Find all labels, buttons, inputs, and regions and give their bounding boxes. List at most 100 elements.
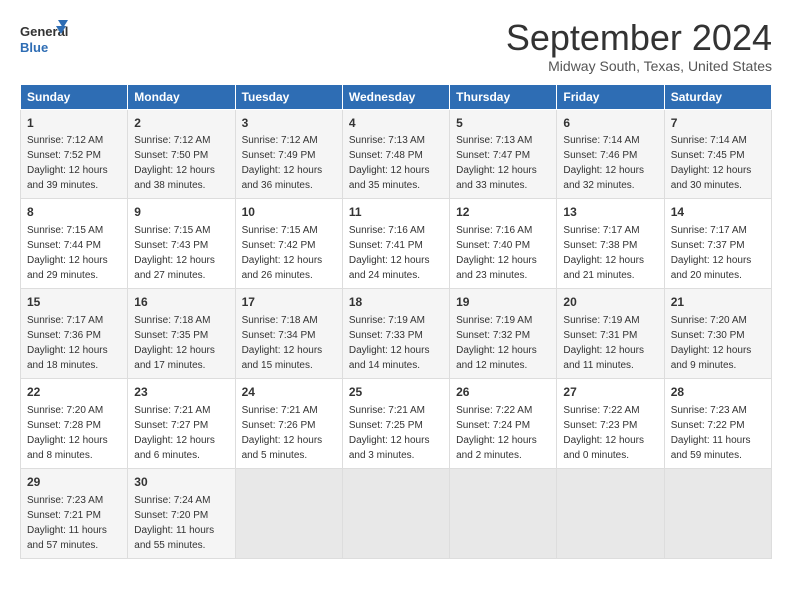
page: General Blue September 2024 Midway South…: [0, 0, 792, 569]
day-number: 10: [242, 204, 336, 221]
day-cell-14: 14Sunrise: 7:17 AMSunset: 7:37 PMDayligh…: [664, 199, 771, 289]
day-number: 2: [134, 115, 228, 132]
day-number: 11: [349, 204, 443, 221]
day-cell-5: 5 Sunrise: 7:13 AMSunset: 7:47 PMDaylight…: [450, 109, 557, 199]
day-info: Sunrise: 7:15 AMSunset: 7:42 PMDaylight:…: [242, 225, 323, 281]
day-info: Sunrise: 7:12 AMSunset: 7:49 PMDaylight:…: [242, 135, 323, 191]
day-number: 16: [134, 294, 228, 311]
day-cell-27: 27 Sunrise: 7:22 AMSunset: 7:23 PMDayligh…: [557, 378, 664, 468]
day-info: Sunrise: 7:13 AMSunset: 7:47 PMDaylight:…: [456, 135, 537, 191]
header-cell-tuesday: Tuesday: [235, 84, 342, 109]
empty-cell: [342, 468, 449, 558]
day-cell-7: 7 Sunrise: 7:14 AMSunset: 7:45 PMDaylight…: [664, 109, 771, 199]
day-cell-24: 24 Sunrise: 7:21 AMSunset: 7:26 PMDayligh…: [235, 378, 342, 468]
day-number: 7: [671, 115, 765, 132]
day-info: Sunrise: 7:23 AMSunset: 7:22 PMDaylight:…: [671, 405, 751, 461]
day-number: 23: [134, 384, 228, 401]
day-number: 13: [563, 204, 657, 221]
day-cell-2: 2Sunrise: 7:12 AMSunset: 7:50 PMDaylight…: [128, 109, 235, 199]
day-number: 4: [349, 115, 443, 132]
day-cell-11: 11 Sunrise: 7:16 AMSunset: 7:41 PMDayligh…: [342, 199, 449, 289]
empty-cell: [450, 468, 557, 558]
week-row-3: 15 Sunrise: 7:17 AMSunset: 7:36 PMDayligh…: [21, 289, 772, 379]
day-info: Sunrise: 7:15 AMSunset: 7:43 PMDaylight:…: [134, 225, 215, 281]
day-cell-6: 6 Sunrise: 7:14 AMSunset: 7:46 PMDaylight…: [557, 109, 664, 199]
day-info: Sunrise: 7:17 AMSunset: 7:36 PMDaylight:…: [27, 315, 108, 371]
day-number: 1: [27, 115, 121, 132]
day-number: 17: [242, 294, 336, 311]
day-number: 5: [456, 115, 550, 132]
day-number: 14: [671, 204, 765, 221]
day-number: 12: [456, 204, 550, 221]
day-info: Sunrise: 7:16 AMSunset: 7:41 PMDaylight:…: [349, 225, 430, 281]
day-number: 6: [563, 115, 657, 132]
day-cell-10: 10 Sunrise: 7:15 AMSunset: 7:42 PMDayligh…: [235, 199, 342, 289]
day-info: Sunrise: 7:20 AMSunset: 7:30 PMDaylight:…: [671, 315, 752, 371]
day-info: Sunrise: 7:23 AMSunset: 7:21 PMDaylight:…: [27, 495, 107, 551]
day-info: Sunrise: 7:22 AMSunset: 7:23 PMDaylight:…: [563, 405, 644, 461]
header-row: SundayMondayTuesdayWednesdayThursdayFrid…: [21, 84, 772, 109]
day-info: Sunrise: 7:14 AMSunset: 7:45 PMDaylight:…: [671, 135, 752, 191]
day-cell-28: 28 Sunrise: 7:23 AMSunset: 7:22 PMDayligh…: [664, 378, 771, 468]
day-info: Sunrise: 7:18 AMSunset: 7:35 PMDaylight:…: [134, 315, 215, 371]
day-number: 15: [27, 294, 121, 311]
day-cell-22: 22 Sunrise: 7:20 AMSunset: 7:28 PMDayligh…: [21, 378, 128, 468]
day-info: Sunrise: 7:22 AMSunset: 7:24 PMDaylight:…: [456, 405, 537, 461]
day-info: Sunrise: 7:14 AMSunset: 7:46 PMDaylight:…: [563, 135, 644, 191]
header-cell-friday: Friday: [557, 84, 664, 109]
day-info: Sunrise: 7:20 AMSunset: 7:28 PMDaylight:…: [27, 405, 108, 461]
day-info: Sunrise: 7:21 AMSunset: 7:26 PMDaylight:…: [242, 405, 323, 461]
logo-svg: General Blue: [20, 18, 70, 63]
day-number: 24: [242, 384, 336, 401]
week-row-5: 29Sunrise: 7:23 AMSunset: 7:21 PMDayligh…: [21, 468, 772, 558]
day-cell-30: 30Sunrise: 7:24 AMSunset: 7:20 PMDayligh…: [128, 468, 235, 558]
day-number: 22: [27, 384, 121, 401]
day-number: 26: [456, 384, 550, 401]
day-number: 20: [563, 294, 657, 311]
day-info: Sunrise: 7:17 AMSunset: 7:38 PMDaylight:…: [563, 225, 644, 281]
day-cell-26: 26 Sunrise: 7:22 AMSunset: 7:24 PMDayligh…: [450, 378, 557, 468]
day-cell-12: 12 Sunrise: 7:16 AMSunset: 7:40 PMDayligh…: [450, 199, 557, 289]
day-number: 9: [134, 204, 228, 221]
day-info: Sunrise: 7:16 AMSunset: 7:40 PMDaylight:…: [456, 225, 537, 281]
day-number: 28: [671, 384, 765, 401]
day-number: 27: [563, 384, 657, 401]
header-cell-sunday: Sunday: [21, 84, 128, 109]
day-cell-4: 4 Sunrise: 7:13 AMSunset: 7:48 PMDaylight…: [342, 109, 449, 199]
day-cell-29: 29Sunrise: 7:23 AMSunset: 7:21 PMDayligh…: [21, 468, 128, 558]
empty-cell: [235, 468, 342, 558]
day-number: 19: [456, 294, 550, 311]
day-number: 21: [671, 294, 765, 311]
logo: General Blue: [20, 18, 70, 63]
subtitle: Midway South, Texas, United States: [506, 58, 772, 74]
day-info: Sunrise: 7:15 AMSunset: 7:44 PMDaylight:…: [27, 225, 108, 281]
day-cell-3: 3 Sunrise: 7:12 AMSunset: 7:49 PMDaylight…: [235, 109, 342, 199]
day-info: Sunrise: 7:21 AMSunset: 7:25 PMDaylight:…: [349, 405, 430, 461]
day-cell-17: 17 Sunrise: 7:18 AMSunset: 7:34 PMDayligh…: [235, 289, 342, 379]
title-block: September 2024 Midway South, Texas, Unit…: [506, 18, 772, 74]
day-number: 8: [27, 204, 121, 221]
day-cell-25: 25Sunrise: 7:21 AMSunset: 7:25 PMDayligh…: [342, 378, 449, 468]
day-cell-8: 8 Sunrise: 7:15 AMSunset: 7:44 PMDaylight…: [21, 199, 128, 289]
header: General Blue September 2024 Midway South…: [20, 18, 772, 74]
day-cell-13: 13 Sunrise: 7:17 AMSunset: 7:38 PMDayligh…: [557, 199, 664, 289]
day-number: 30: [134, 474, 228, 491]
week-row-4: 22 Sunrise: 7:20 AMSunset: 7:28 PMDayligh…: [21, 378, 772, 468]
day-cell-23: 23Sunrise: 7:21 AMSunset: 7:27 PMDayligh…: [128, 378, 235, 468]
week-row-1: 1Sunrise: 7:12 AMSunset: 7:52 PMDaylight…: [21, 109, 772, 199]
main-title: September 2024: [506, 18, 772, 58]
day-cell-9: 9 Sunrise: 7:15 AMSunset: 7:43 PMDaylight…: [128, 199, 235, 289]
day-number: 3: [242, 115, 336, 132]
day-info: Sunrise: 7:19 AMSunset: 7:32 PMDaylight:…: [456, 315, 537, 371]
day-cell-1: 1Sunrise: 7:12 AMSunset: 7:52 PMDaylight…: [21, 109, 128, 199]
day-cell-18: 18Sunrise: 7:19 AMSunset: 7:33 PMDayligh…: [342, 289, 449, 379]
header-cell-wednesday: Wednesday: [342, 84, 449, 109]
day-info: Sunrise: 7:13 AMSunset: 7:48 PMDaylight:…: [349, 135, 430, 191]
day-cell-20: 20 Sunrise: 7:19 AMSunset: 7:31 PMDayligh…: [557, 289, 664, 379]
empty-cell: [664, 468, 771, 558]
day-info: Sunrise: 7:19 AMSunset: 7:33 PMDaylight:…: [349, 315, 430, 371]
day-cell-15: 15 Sunrise: 7:17 AMSunset: 7:36 PMDayligh…: [21, 289, 128, 379]
day-info: Sunrise: 7:18 AMSunset: 7:34 PMDaylight:…: [242, 315, 323, 371]
day-cell-21: 21 Sunrise: 7:20 AMSunset: 7:30 PMDayligh…: [664, 289, 771, 379]
day-info: Sunrise: 7:19 AMSunset: 7:31 PMDaylight:…: [563, 315, 644, 371]
